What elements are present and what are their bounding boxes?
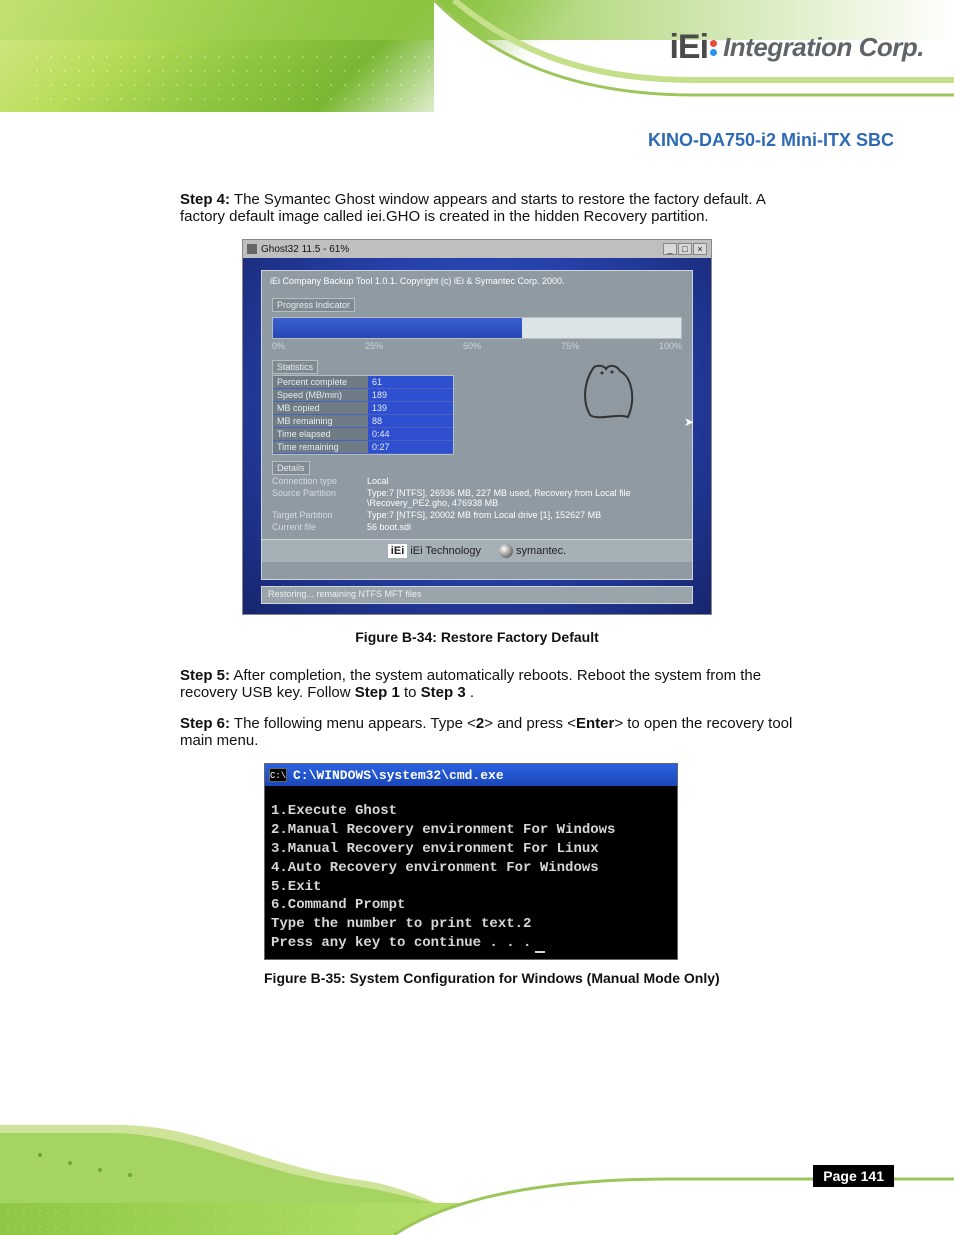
- cmd-line: Type the number to print text.2: [271, 916, 531, 932]
- product-title: KINO-DA750-i2 Mini-ITX SBC: [60, 130, 894, 151]
- step-label: Step 5:: [180, 667, 230, 684]
- stat-key: Percent complete: [273, 376, 368, 388]
- cmd-line: 6.Command Prompt: [271, 897, 405, 913]
- minimize-button[interactable]: _: [663, 243, 677, 255]
- maximize-button[interactable]: □: [678, 243, 692, 255]
- cmd-line: 3.Manual Recovery environment For Linux: [271, 841, 599, 857]
- detail-val: Local: [367, 476, 682, 486]
- iei-icon: iEi: [388, 544, 407, 558]
- step-label: Step 4:: [180, 191, 230, 208]
- cmd-line: 5.Exit: [271, 879, 321, 895]
- detail-val: 56 boot.sdi: [367, 522, 682, 532]
- step-body: to: [404, 684, 421, 701]
- stat-key: Time elapsed: [273, 428, 368, 440]
- page-number: Page 141: [813, 1165, 894, 1187]
- detail-key: Current file: [272, 522, 367, 532]
- cmd-line: 1.Execute Ghost: [271, 803, 397, 819]
- progress-bar: [272, 317, 682, 339]
- details-label: Details: [272, 461, 310, 475]
- ghost-titlebar: Ghost32 11.5 - 61% _ □ ×: [243, 240, 711, 258]
- stat-val: 61: [368, 376, 453, 388]
- stat-val: 88: [368, 415, 453, 427]
- page-content: KINO-DA750-i2 Mini-ITX SBC Step 4: The S…: [0, 120, 954, 1008]
- tick: 50%: [463, 341, 481, 351]
- ref-step1: Step 1: [355, 684, 400, 701]
- tick: 0%: [272, 341, 285, 351]
- step-label: Step 6:: [180, 715, 230, 732]
- stat-val: 0:44: [368, 428, 453, 440]
- cmd-title: C:\WINDOWS\system32\cmd.exe: [293, 768, 504, 783]
- figure-caption-cmd: Figure B-35: System Configuration for Wi…: [264, 970, 894, 986]
- symantec-icon: [499, 544, 513, 558]
- progress-ticks: 0% 25% 50% 75% 100%: [272, 341, 682, 351]
- stat-key: MB remaining: [273, 415, 368, 427]
- stats-label: Statistics: [272, 360, 318, 374]
- cursor-caret: [535, 951, 545, 953]
- symantec-brand: symantec.: [516, 545, 566, 557]
- step-body: > and press <: [484, 715, 576, 732]
- ref-step3: Step 3: [421, 684, 466, 701]
- bottom-curve-left: [0, 1125, 440, 1205]
- iei-brand: iEi Technology: [410, 545, 481, 557]
- detail-key: Target Partition: [272, 510, 367, 520]
- logo-mark: iEi: [669, 28, 717, 67]
- progress-section: Progress Indicator 0% 25% 50% 75% 100%: [272, 295, 682, 351]
- cmd-line: 2.Manual Recovery environment For Window…: [271, 822, 615, 838]
- detail-key: Source Partition: [272, 488, 367, 508]
- step-5: Step 5: After completion, the system aut…: [180, 667, 800, 701]
- details-section: Details Connection typeLocal Source Part…: [272, 461, 682, 533]
- detail-val: Type:7 [NTFS], 26936 MB, 227 MB used, Re…: [367, 488, 682, 508]
- step-body: The following menu appears. Type <: [234, 715, 476, 732]
- top-banner: iEi Integration Corp.: [0, 0, 954, 112]
- tick: 75%: [561, 341, 579, 351]
- window-controls: _ □ ×: [663, 243, 707, 255]
- figure-ghost-window: Ghost32 11.5 - 61% _ □ × iEi Company Bac…: [242, 239, 712, 615]
- figure-cmd-window: C:\ C:\WINDOWS\system32\cmd.exe 1.Execut…: [264, 763, 678, 960]
- detail-val: Type:7 [NTFS], 20002 MB from Local drive…: [367, 510, 682, 520]
- cmd-icon: C:\: [269, 768, 287, 782]
- ghost-body: iEi Company Backup Tool 1.0.1. Copyright…: [243, 258, 711, 614]
- ghost-statusbar: Restoring... remaining NTFS MFT files: [261, 586, 693, 604]
- stat-key: MB copied: [273, 402, 368, 414]
- ghost-app-icon: [247, 244, 257, 254]
- stat-val: 189: [368, 389, 453, 401]
- cmd-titlebar: C:\ C:\WINDOWS\system32\cmd.exe: [265, 764, 677, 786]
- stat-key: Time remaining: [273, 441, 368, 453]
- tick: 100%: [659, 341, 682, 351]
- stats-section: Statistics Percent complete61 Speed (MB/…: [272, 357, 682, 455]
- step-body: The Symantec Ghost window appears and st…: [180, 191, 765, 225]
- logo-text: Integration Corp.: [723, 32, 924, 63]
- detail-key: Connection type: [272, 476, 367, 486]
- ghost-panel: iEi Company Backup Tool 1.0.1. Copyright…: [261, 270, 693, 580]
- progress-fill: [273, 318, 522, 338]
- close-button[interactable]: ×: [693, 243, 707, 255]
- cmd-body[interactable]: 1.Execute Ghost 2.Manual Recovery enviro…: [265, 786, 677, 959]
- ghost-brand-bar: iEi iEi Technology symantec.: [262, 539, 692, 562]
- stat-val: 139: [368, 402, 453, 414]
- step-4: Step 4: The Symantec Ghost window appear…: [180, 191, 800, 225]
- kbd-enter: Enter: [576, 715, 614, 732]
- ghost-logo-shape: ➤: [474, 357, 682, 427]
- figure-caption-ghost: Figure B-34: Restore Factory Default: [60, 629, 894, 645]
- tick: 25%: [365, 341, 383, 351]
- progress-label: Progress Indicator: [272, 298, 355, 312]
- logo: iEi Integration Corp.: [669, 28, 924, 67]
- ghost-copyright: iEi Company Backup Tool 1.0.1. Copyright…: [262, 271, 692, 291]
- cmd-line: 4.Auto Recovery environment For Windows: [271, 860, 599, 876]
- bottom-banner: [0, 1125, 954, 1235]
- cursor-icon: ➤: [684, 415, 694, 429]
- step-6: Step 6: The following menu appears. Type…: [180, 715, 800, 749]
- kbd-2: 2: [476, 715, 484, 732]
- stat-key: Speed (MB/min): [273, 389, 368, 401]
- cmd-line: Press any key to continue . . .: [271, 935, 531, 951]
- stats-table: Percent complete61 Speed (MB/min)189 MB …: [272, 375, 454, 455]
- step-body: .: [470, 684, 474, 701]
- ghost-window-title: Ghost32 11.5 - 61%: [261, 244, 349, 255]
- stat-val: 0:27: [368, 441, 453, 453]
